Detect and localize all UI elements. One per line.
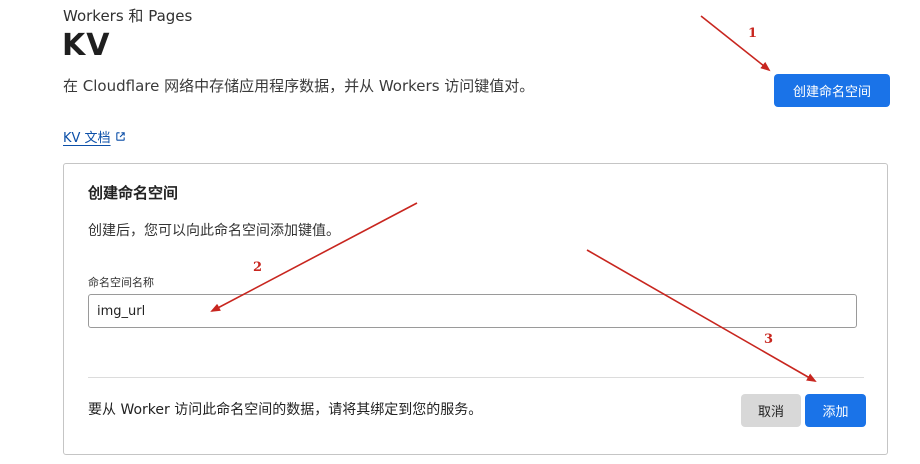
annotation-arrow-1 (700, 15, 771, 72)
cancel-button[interactable]: 取消 (741, 394, 801, 427)
annotation-label-1: 1 (748, 26, 757, 41)
create-namespace-card: 创建命名空间 创建后，您可以向此命名空间添加键值。 命名空间名称 要从 Work… (63, 163, 888, 455)
card-title: 创建命名空间 (88, 184, 179, 202)
create-namespace-button[interactable]: 创建命名空间 (774, 74, 890, 107)
page-description: 在 Cloudflare 网络中存储应用程序数据，并从 Workers 访问键值… (63, 77, 535, 95)
add-button[interactable]: 添加 (805, 394, 866, 427)
breadcrumb[interactable]: Workers 和 Pages (63, 5, 192, 26)
namespace-name-label: 命名空间名称 (88, 276, 154, 289)
kv-docs-link[interactable]: KV 文档 (63, 127, 126, 146)
kv-docs-link-label: KV 文档 (63, 131, 111, 146)
kv-page: Workers 和 Pages KV 在 Cloudflare 网络中存储应用程… (0, 0, 920, 464)
namespace-name-input[interactable] (88, 294, 857, 328)
page-title: KV (62, 28, 111, 63)
binding-hint-text: 要从 Worker 访问此命名空间的数据，请将其绑定到您的服务。 (88, 402, 483, 418)
external-link-icon (115, 131, 126, 142)
card-divider (88, 377, 864, 378)
card-description: 创建后，您可以向此命名空间添加键值。 (88, 223, 340, 239)
